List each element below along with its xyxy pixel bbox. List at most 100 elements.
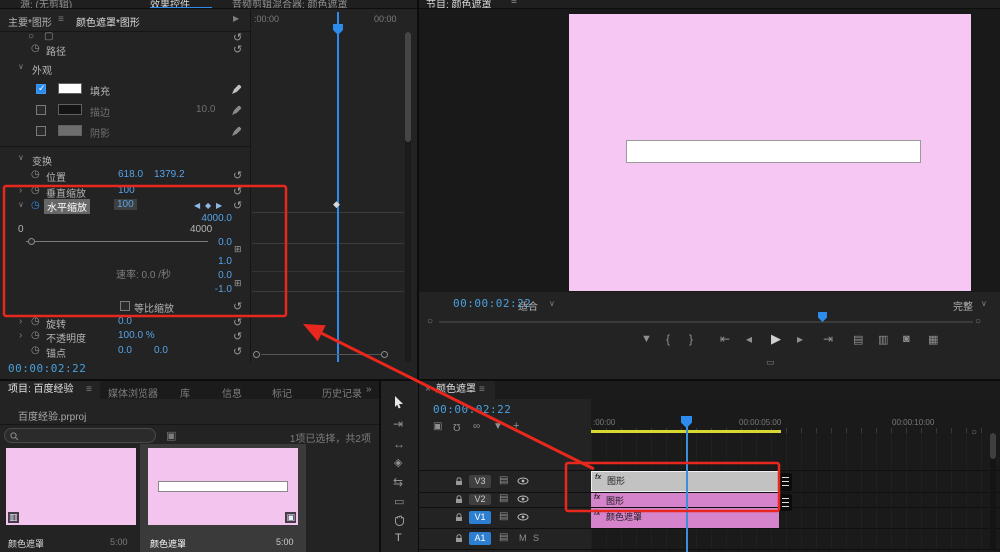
clip-v1-color-matte[interactable]: fx 颜色遮罩 [591, 508, 779, 528]
source-patch-icon[interactable]: ▤ [499, 493, 508, 504]
project-item-name[interactable]: 颜色遮罩 [150, 537, 186, 550]
lift-button[interactable]: ▤ [853, 333, 863, 346]
timeline-settings-icon[interactable]: + [513, 420, 519, 432]
monitor-zoom-handle-left[interactable]: ○ [427, 316, 433, 327]
reset-icon[interactable]: ↺ [233, 316, 242, 329]
reset-icon[interactable]: ↺ [233, 169, 242, 182]
ec-zoom-track[interactable] [261, 354, 381, 355]
stroke-color-swatch[interactable] [58, 104, 82, 115]
uniform-scale-checkbox[interactable] [120, 301, 130, 311]
source-patch-icon[interactable]: ▤ [499, 475, 508, 486]
reset-icon[interactable]: ↺ [233, 43, 242, 56]
tab-project[interactable]: 项目: 百度经验 ≡ [0, 381, 100, 399]
project-file-name[interactable]: 百度经验.prproj [18, 408, 86, 423]
timeline-zoom-handle[interactable]: ○ [971, 427, 977, 438]
source-patch-icon[interactable]: ▤ [499, 511, 508, 522]
monitor-scrollbar-track[interactable] [439, 321, 973, 323]
fill-checkbox[interactable]: ✓ [36, 83, 46, 94]
stopwatch-icon[interactable]: ◷ [31, 43, 40, 54]
clip-name-label[interactable]: 颜色遮罩*图形 [76, 14, 140, 29]
track-lock-icon[interactable] [455, 495, 463, 504]
chevron-down-icon[interactable]: ∨ [18, 200, 24, 209]
clip-trim-handle[interactable] [779, 494, 792, 511]
clip-v2-graphic[interactable]: fx 图形 [591, 493, 779, 507]
track-a1-label[interactable]: A1 [469, 532, 491, 545]
monitor-zoom-handle-right[interactable]: ○ [975, 316, 981, 327]
chevron-down-icon[interactable]: ∨ [18, 62, 24, 71]
track-lock-icon[interactable] [455, 477, 463, 486]
step-forward-button[interactable]: ▸ [797, 332, 803, 346]
stopwatch-icon[interactable]: ◷ [31, 345, 40, 356]
tab-history[interactable]: 历史记录 [322, 385, 362, 400]
reset-icon[interactable]: ↺ [233, 345, 242, 358]
opacity-value[interactable]: 100.0 % [118, 330, 155, 341]
go-to-out-button[interactable]: ⇥ [823, 332, 833, 346]
rotation-value[interactable]: 0.0 [118, 316, 132, 327]
ec-playhead-handle[interactable] [333, 24, 343, 35]
tab-media-browser[interactable]: 媒体浏览器 [108, 385, 158, 400]
next-keyframe-icon[interactable]: ▶ [216, 201, 222, 210]
stopwatch-icon[interactable]: ◷ [31, 330, 40, 341]
playback-resolution-select[interactable]: 完整 [953, 298, 973, 313]
prop-fill-label[interactable]: 填充 [90, 83, 110, 98]
go-to-in-button[interactable]: ⇤ [720, 332, 730, 346]
stopwatch-icon-active[interactable]: ◷ [31, 200, 40, 211]
stopwatch-icon[interactable]: ◷ [31, 316, 40, 327]
play-button[interactable]: ▶ [771, 331, 781, 347]
project-item-thumbnail[interactable]: ▥ [6, 448, 136, 525]
button-editor-button[interactable]: ▭ [766, 357, 775, 368]
track-lock-icon[interactable] [455, 513, 463, 522]
prop-shadow-label[interactable]: 阴影 [90, 125, 110, 140]
hand-tool[interactable] [393, 514, 406, 527]
collapse-timeline-icon[interactable]: ▶ [233, 14, 239, 23]
type-tool[interactable]: T [395, 532, 402, 544]
keyframe-diamond[interactable]: ◆ [333, 199, 340, 210]
timeline-playhead-line[interactable] [686, 416, 688, 552]
uniform-scale-label[interactable]: 等比缩放 [134, 300, 174, 315]
graph-min-value[interactable]: 0.0 [192, 237, 232, 248]
tab-source[interactable]: 源: (无剪辑) [20, 0, 72, 8]
panel-menu-icon[interactable]: ≡ [479, 381, 485, 399]
prop-vscale-label[interactable]: 垂直缩放 [46, 185, 86, 200]
eyedropper-icon[interactable] [232, 104, 243, 115]
tab-sequence[interactable]: × 颜色遮罩 ≡ [419, 381, 495, 399]
panel-menu-icon[interactable]: ≡ [58, 14, 64, 25]
mark-in-button[interactable]: { [666, 332, 670, 346]
prop-path-label[interactable]: 路径 [46, 43, 66, 58]
prop-opacity-label[interactable]: 不透明度 [46, 330, 86, 345]
track-output-eye-icon[interactable] [517, 495, 529, 503]
prev-keyframe-icon[interactable]: ◀ [194, 201, 200, 210]
ripple-edit-tool[interactable]: ↔ [393, 437, 405, 451]
tab-overflow-icon[interactable]: » [366, 384, 372, 395]
stroke-width-value[interactable]: 10.0 [196, 104, 215, 115]
mute-button[interactable]: M [519, 533, 527, 543]
prop-anchor-label[interactable]: 锚点 [46, 345, 66, 360]
shadow-color-swatch[interactable] [58, 125, 82, 136]
panel-menu-icon[interactable]: ≡ [511, 0, 517, 7]
tab-program-monitor[interactable]: 节目: 颜色遮罩 [426, 0, 492, 8]
shadow-checkbox[interactable] [36, 126, 46, 136]
mark-out-button[interactable]: } [689, 332, 693, 346]
fill-color-swatch[interactable] [58, 83, 82, 94]
source-patch-icon[interactable]: ▤ [499, 532, 508, 543]
track-v3-label[interactable]: V3 [469, 475, 491, 488]
hscale-slider-handle[interactable] [28, 238, 35, 245]
linked-selection-icon[interactable]: ∞ [473, 421, 480, 432]
add-keyframe-icon[interactable]: ◆ [205, 201, 211, 210]
chevron-right-icon[interactable]: › [19, 316, 22, 327]
chevron-down-icon[interactable]: ∨ [981, 299, 987, 308]
tab-libraries[interactable]: 库 [180, 385, 190, 400]
chevron-right-icon[interactable]: › [19, 330, 22, 341]
slip-tool[interactable]: ⇆ [393, 475, 403, 489]
prop-rotation-label[interactable]: 旋转 [46, 316, 66, 331]
tab-audio-mixer[interactable]: 音频剪辑混合器: 颜色遮罩 [232, 0, 348, 8]
vscale-value[interactable]: 100 [118, 185, 135, 196]
reset-icon[interactable]: ↺ [233, 185, 242, 198]
reset-icon[interactable]: ↺ [233, 199, 242, 212]
eyedropper-icon[interactable] [232, 83, 243, 94]
track-select-tool[interactable]: ⇥ [393, 417, 403, 431]
panel-menu-icon[interactable]: ≡ [86, 381, 92, 399]
stroke-checkbox[interactable] [36, 105, 46, 115]
hscale-slider-track[interactable] [26, 241, 208, 242]
comparison-view-button[interactable]: ▦ [928, 333, 938, 346]
